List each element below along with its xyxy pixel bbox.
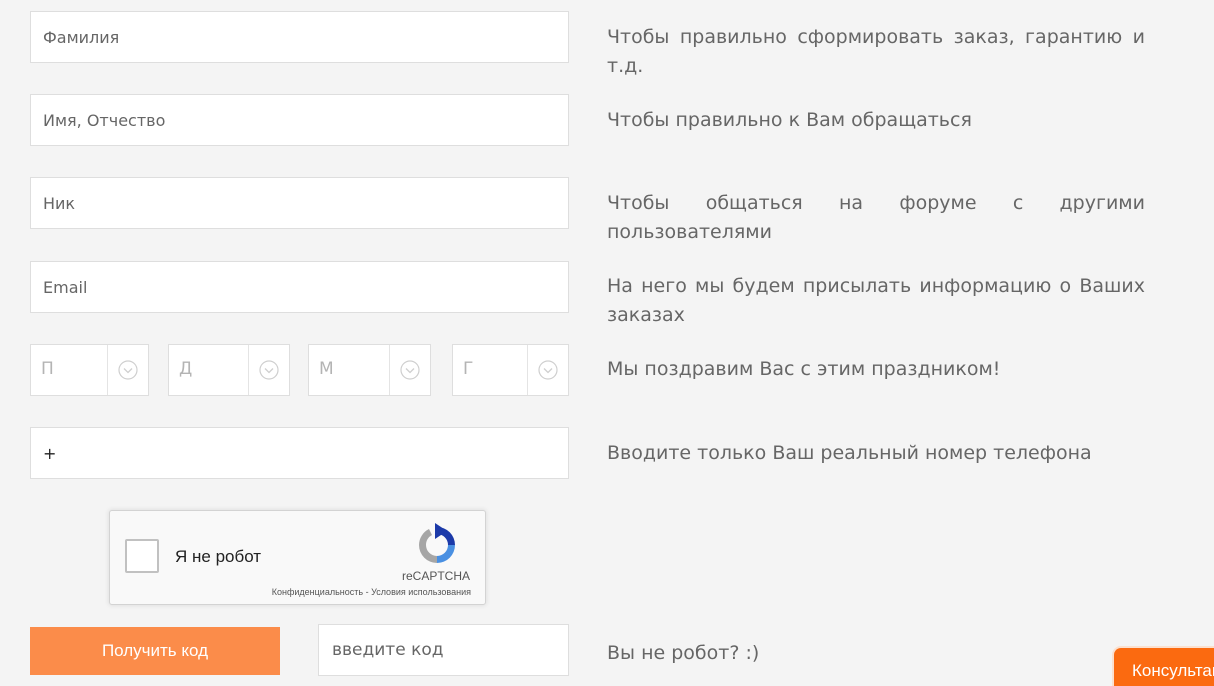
code-hint: Вы не робот? :) <box>607 642 760 664</box>
phone-hint: Вводите только Ваш реальный номер телефо… <box>607 442 1092 464</box>
name-input[interactable] <box>30 94 569 146</box>
chevron-down-circle-icon[interactable] <box>248 345 289 395</box>
registration-form: Чтобы правильно сформировать заказ, гара… <box>0 0 1214 686</box>
recaptcha-links: Конфиденциальность - Условия использован… <box>272 587 471 597</box>
consultant-chat-tab[interactable]: Консультант <box>1112 646 1214 686</box>
name-hint: Чтобы правильно к Вам обращаться <box>607 109 972 131</box>
surname-input[interactable] <box>30 11 569 63</box>
recaptcha-label: Я не робот <box>175 547 262 566</box>
surname-hint: Чтобы правильно сформировать заказ, гара… <box>607 26 1145 77</box>
month-select-value: М <box>319 359 334 379</box>
birthday-day-select[interactable]: Д <box>168 344 290 396</box>
nick-hint: Чтобы общаться на форуме с другими польз… <box>607 192 1145 243</box>
chevron-down-circle-icon[interactable] <box>107 345 148 395</box>
birthday-year-select[interactable]: Г <box>452 344 569 396</box>
weekday-select-value: П <box>41 359 54 379</box>
recaptcha-widget: Я не робот reCAPTCHA Конфиденциальность … <box>109 510 486 605</box>
recaptcha-checkbox[interactable] <box>125 539 159 573</box>
recaptcha-terms-link[interactable]: Условия использования <box>371 587 471 597</box>
chevron-down-circle-icon[interactable] <box>389 345 430 395</box>
birthday-hint: Мы поздравим Вас с этим праздником! <box>607 358 1001 380</box>
nick-input[interactable] <box>30 177 569 229</box>
phone-input[interactable] <box>30 427 569 479</box>
chevron-down-circle-icon[interactable] <box>527 345 568 395</box>
birthday-weekday-select[interactable]: П <box>30 344 149 396</box>
recaptcha-links-separator: - <box>365 587 369 597</box>
recaptcha-brand: reCAPTCHA <box>401 569 470 583</box>
birthday-month-select[interactable]: М <box>308 344 431 396</box>
day-select-value: Д <box>179 359 193 379</box>
email-input[interactable] <box>30 261 569 313</box>
email-hint: На него мы будем присылать информацию о … <box>607 275 1145 326</box>
recaptcha-privacy-link[interactable]: Конфиденциальность <box>272 587 363 597</box>
code-input[interactable] <box>318 624 569 676</box>
get-code-button[interactable]: Получить код <box>30 627 280 675</box>
recaptcha-logo-icon <box>419 523 455 563</box>
year-select-value: Г <box>463 359 474 379</box>
